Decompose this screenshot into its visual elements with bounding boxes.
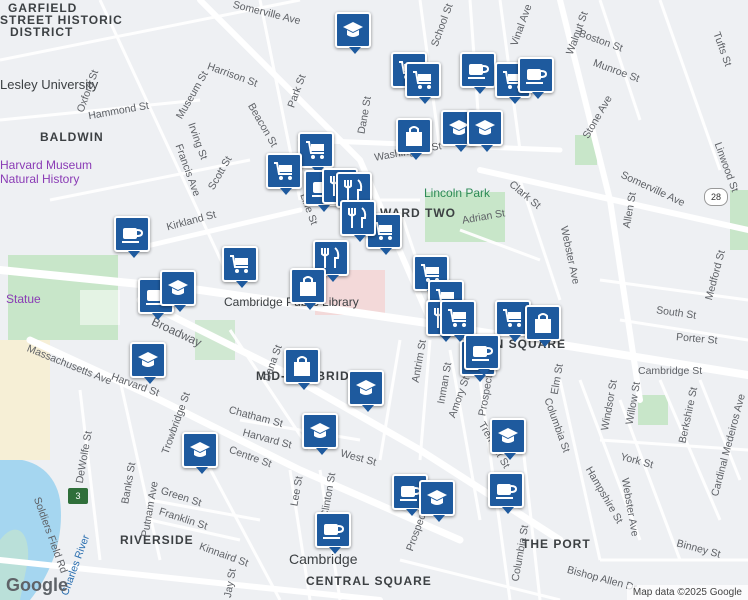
shopping-bag-icon: [535, 313, 551, 333]
school-icon: [427, 490, 447, 505]
school-icon: [498, 428, 518, 443]
map-marker[interactable]: [460, 52, 496, 94]
coffee-icon: [526, 69, 548, 84]
park-label: Lincoln Park: [424, 186, 491, 200]
map-marker[interactable]: [488, 472, 524, 514]
map-marker[interactable]: [464, 334, 500, 376]
map-canvas[interactable]: GARFIELD STREET HISTORIC DISTRICT BALDWI…: [0, 0, 748, 600]
city-label: Cambridge: [289, 551, 358, 567]
map-marker[interactable]: [160, 270, 196, 312]
map-marker[interactable]: [130, 342, 166, 384]
neighborhood-label: CENTRAL SQUARE: [306, 574, 432, 588]
attribution: Map data ©2025 Google: [626, 585, 748, 600]
school-icon: [190, 442, 210, 457]
map-marker[interactable]: [335, 12, 371, 54]
museum-label: Natural History: [0, 172, 80, 186]
map-marker[interactable]: [114, 216, 150, 258]
neighborhood-label: DISTRICT: [10, 25, 74, 39]
school-icon: [310, 423, 330, 438]
map-marker[interactable]: [302, 413, 338, 455]
shopping-cart-icon: [306, 141, 324, 159]
coffee-icon: [323, 524, 345, 539]
map-marker[interactable]: [525, 305, 561, 347]
map-marker[interactable]: [490, 418, 526, 460]
map-marker[interactable]: [348, 370, 384, 412]
neighborhood-label: BALDWIN: [40, 130, 104, 144]
shopping-bag-icon: [294, 356, 310, 376]
map-marker[interactable]: [222, 246, 258, 288]
shopping-bag-icon: [406, 126, 422, 146]
neighborhood-label: THE PORT: [522, 537, 591, 551]
map-marker[interactable]: [440, 300, 476, 342]
coffee-icon: [472, 346, 494, 361]
museum-label: Harvard Museum: [0, 158, 93, 172]
map-marker[interactable]: [419, 480, 455, 522]
map-marker[interactable]: [298, 132, 334, 174]
school-icon: [343, 22, 363, 37]
school-icon: [138, 352, 158, 367]
statue-label: Statue: [6, 292, 41, 306]
google-logo: Google: [6, 575, 68, 595]
shopping-cart-icon: [413, 71, 431, 89]
neighborhood-label: RIVERSIDE: [120, 533, 194, 547]
shopping-cart-icon: [274, 162, 292, 180]
shopping-bag-icon: [300, 276, 316, 296]
map-marker[interactable]: [315, 512, 351, 554]
map-marker[interactable]: [405, 62, 441, 104]
route-shield: 28: [704, 188, 728, 206]
map-marker[interactable]: [396, 118, 432, 160]
map-marker[interactable]: [284, 348, 320, 390]
school-icon: [168, 280, 188, 295]
map-marker[interactable]: [340, 200, 376, 242]
school-icon: [356, 380, 376, 395]
map-marker[interactable]: [290, 268, 326, 310]
coffee-icon: [468, 64, 490, 79]
school-icon: [475, 120, 495, 135]
coffee-icon: [496, 484, 518, 499]
highway-shield: 3: [68, 488, 88, 504]
shopping-cart-icon: [230, 255, 248, 273]
map-marker[interactable]: [182, 432, 218, 474]
map-marker[interactable]: [467, 110, 503, 152]
coffee-icon: [122, 228, 144, 243]
restaurant-icon: [348, 207, 367, 228]
shopping-cart-icon: [448, 309, 466, 327]
map-marker[interactable]: [266, 153, 302, 195]
street-label: Cambridge St: [638, 365, 703, 377]
map-marker[interactable]: [518, 57, 554, 99]
shopping-cart-icon: [503, 309, 521, 327]
